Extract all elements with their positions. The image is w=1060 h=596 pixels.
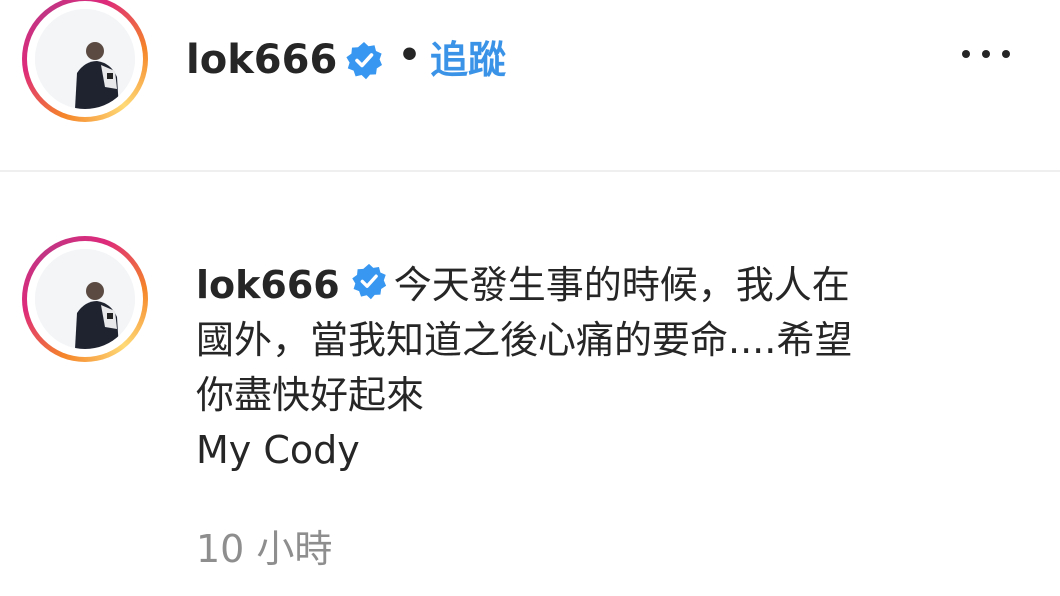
instagram-post-view: lok666 • 追蹤 lok666 今天發生事的時候，我人在 國外，當我知道之… bbox=[0, 0, 1060, 596]
comment-username[interactable]: lok666 bbox=[196, 263, 340, 307]
profile-avatar[interactable] bbox=[22, 0, 148, 122]
avatar-photo bbox=[35, 9, 135, 109]
more-options-button[interactable] bbox=[958, 34, 1018, 74]
header-username[interactable]: lok666 bbox=[186, 36, 337, 84]
separator-dot: • bbox=[398, 35, 422, 76]
follow-button[interactable]: 追蹤 bbox=[430, 36, 506, 84]
avatar-photo bbox=[35, 249, 135, 349]
comment-text-line-2: 國外，當我知道之後心痛的要命....希望 bbox=[196, 318, 853, 362]
comment-text-line-4: My Cody bbox=[196, 428, 360, 472]
comment-text-line-3: 你盡快好起來 bbox=[196, 373, 425, 417]
more-options-icon bbox=[962, 50, 970, 58]
header-divider bbox=[0, 170, 1060, 172]
verified-badge-icon bbox=[352, 263, 386, 300]
comment-avatar[interactable] bbox=[22, 236, 148, 362]
comment-text-line-1: 今天發生事的時候，我人在 bbox=[393, 263, 850, 307]
verified-badge-icon bbox=[346, 42, 382, 80]
post-header: lok666 • 追蹤 bbox=[0, 0, 1060, 170]
comment-body: lok666 今天發生事的時候，我人在 國外，當我知道之後心痛的要命....希望… bbox=[196, 258, 1016, 478]
comment-timestamp[interactable]: 10 小時 bbox=[196, 524, 332, 574]
